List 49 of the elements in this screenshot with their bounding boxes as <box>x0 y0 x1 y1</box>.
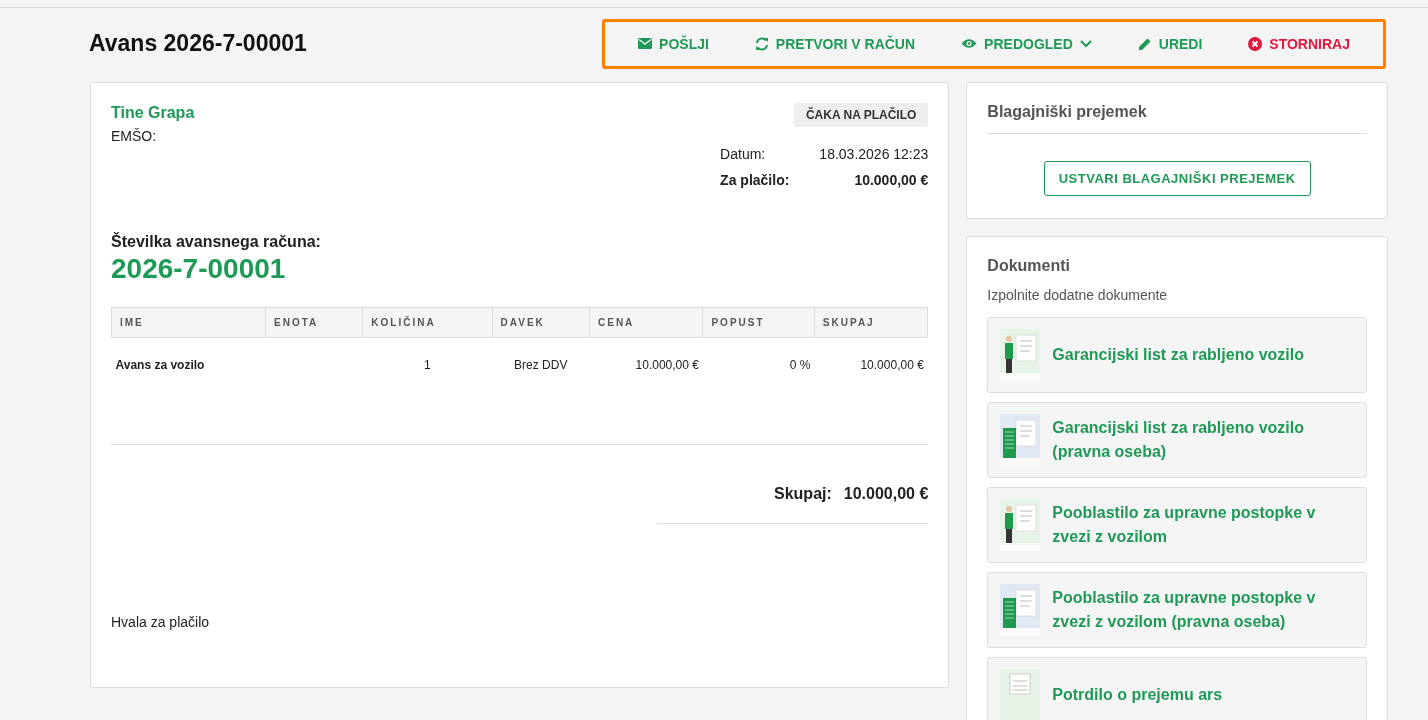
invoice-number: 2026-7-00001 <box>111 253 287 285</box>
total-label: Skupaj: <box>774 484 832 503</box>
action-button[interactable]: UREDI <box>1114 29 1226 58</box>
total-value: 10.000,00 € <box>843 484 929 503</box>
building-document-drawing <box>1000 584 1041 636</box>
due-label: Za plačilo: <box>720 172 790 188</box>
customer-name: Tine Grapa <box>111 104 195 122</box>
document-item[interactable]: Garancijski list za rabljeno vozilo (pravna oseba) <box>987 402 1367 478</box>
action-button[interactable]: PREDOGLED <box>938 29 1115 58</box>
person-document-drawing <box>1000 499 1041 551</box>
refresh-icon <box>754 36 769 51</box>
eye-icon <box>961 38 978 49</box>
column-header: ENOTA <box>265 307 363 338</box>
due-value: 10.000,00 € <box>853 172 929 188</box>
column-header: CENA <box>589 307 703 338</box>
table-cell: Avans za vozilo <box>115 358 205 372</box>
column-header: DAVEK <box>492 307 590 338</box>
create-receipt-button[interactable]: USTVARI BLAGAJNIŠKI PREJEMEK <box>1043 161 1311 196</box>
page-title: Avans 2026-7-00001 <box>89 30 307 57</box>
column-header: KOLIČINA <box>362 307 493 338</box>
column-header: POPUST <box>702 307 815 338</box>
action-button[interactable]: PRETVORI V RAČUN <box>731 29 939 58</box>
action-button[interactable]: POŠLJI <box>615 29 732 58</box>
table-cell: 0 % <box>789 358 811 372</box>
action-button[interactable]: STORNIRAJ <box>1225 29 1373 58</box>
building-document-drawing <box>1000 414 1041 466</box>
person-document-drawing <box>1000 329 1041 381</box>
table-cell: Brez DDV <box>514 358 568 372</box>
table-cell: 10.000,00 € <box>860 358 924 372</box>
envelope-icon <box>638 38 653 49</box>
invoice-number-label: Številka avansnega računa: <box>111 233 322 251</box>
document-item[interactable]: Garancijski list za rabljeno vozilo <box>987 317 1367 393</box>
footer-note: Hvala za plačilo <box>111 613 211 630</box>
emso-label: EMŠO: <box>111 128 158 144</box>
document-item[interactable]: Pooblastilo za upravne postopke v zvezi z vozilom (pravna oseba) <box>987 572 1367 648</box>
date-value: 18.03.2026 12:23 <box>819 146 929 162</box>
column-header: SKUPAJ <box>814 307 928 338</box>
column-header: IME <box>111 307 266 338</box>
card-title: Blagajniški prejemek <box>987 103 1367 134</box>
card-title: Dokumenti <box>987 257 1071 275</box>
card-subtitle: Izpolnite dodatne dokumente <box>987 287 1169 303</box>
status-badge: ČAKA NA PLAČILO <box>793 103 929 127</box>
close-circle-icon <box>1248 36 1263 51</box>
document-item[interactable]: Potrdilo o prejemu ars <box>987 657 1367 720</box>
table-cell: 10.000,00 € <box>635 358 699 372</box>
table-cell: 1 <box>424 358 431 372</box>
document-item[interactable]: Pooblastilo za upravne postopke v zvezi z vozilom <box>987 487 1367 563</box>
date-label: Datum: <box>720 146 767 162</box>
pencil-icon <box>1137 36 1152 51</box>
